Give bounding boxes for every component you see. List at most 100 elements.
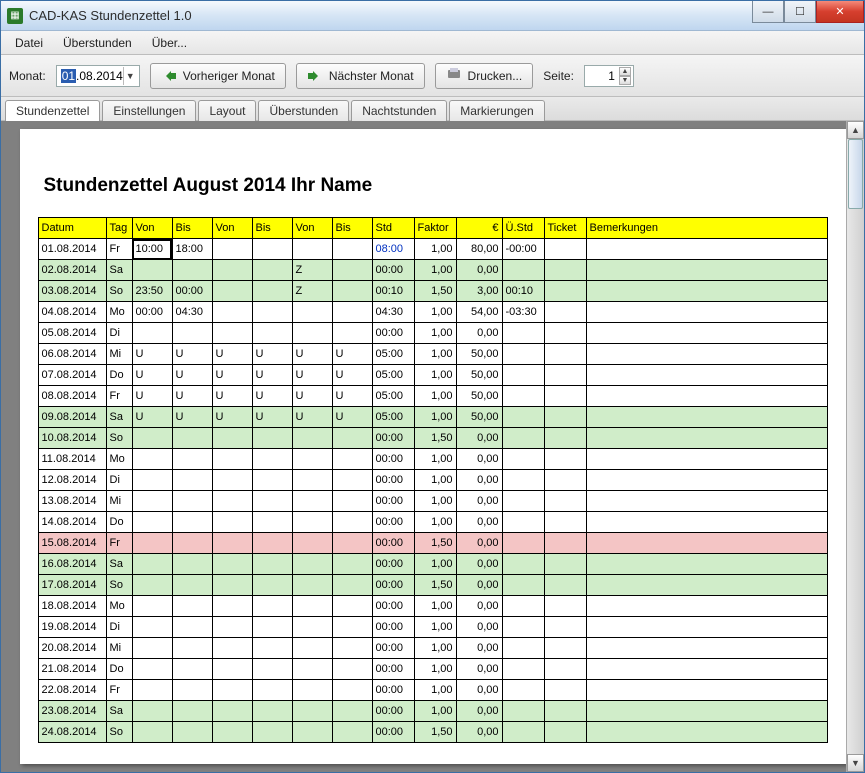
menu-uber[interactable]: Über... — [144, 34, 195, 52]
cell[interactable] — [292, 554, 332, 575]
cell[interactable]: 19.08.2014 — [38, 617, 106, 638]
cell[interactable] — [586, 344, 827, 365]
cell[interactable] — [172, 722, 212, 743]
cell[interactable]: 00:00 — [372, 638, 414, 659]
cell[interactable]: 50,00 — [456, 344, 502, 365]
cell[interactable] — [292, 638, 332, 659]
cell[interactable]: 1,00 — [414, 617, 456, 638]
cell[interactable]: 0,00 — [456, 701, 502, 722]
cell[interactable]: 00:00 — [372, 575, 414, 596]
cell[interactable]: Fr — [106, 533, 132, 554]
cell[interactable] — [332, 428, 372, 449]
cell[interactable] — [212, 575, 252, 596]
cell[interactable]: 1,50 — [414, 428, 456, 449]
cell[interactable]: 00:00 — [372, 596, 414, 617]
cell[interactable] — [132, 470, 172, 491]
cell[interactable] — [502, 407, 544, 428]
cell[interactable]: 1,00 — [414, 596, 456, 617]
cell[interactable]: So — [106, 575, 132, 596]
cell[interactable]: U — [172, 365, 212, 386]
cell[interactable]: U — [132, 344, 172, 365]
cell[interactable] — [586, 512, 827, 533]
table-row[interactable]: 03.08.2014So23:5000:00Z00:101,503,0000:1… — [38, 281, 827, 302]
cell[interactable] — [586, 260, 827, 281]
cell[interactable] — [252, 680, 292, 701]
cell[interactable]: Di — [106, 617, 132, 638]
cell[interactable] — [332, 659, 372, 680]
cell[interactable] — [544, 281, 586, 302]
cell[interactable] — [172, 512, 212, 533]
table-row[interactable]: 15.08.2014Fr00:001,500,00 — [38, 533, 827, 554]
cell[interactable] — [502, 260, 544, 281]
cell[interactable]: 00:00 — [372, 512, 414, 533]
cell[interactable] — [544, 638, 586, 659]
cell[interactable] — [252, 302, 292, 323]
cell[interactable] — [172, 575, 212, 596]
cell[interactable]: 00:10 — [502, 281, 544, 302]
cell[interactable] — [544, 470, 586, 491]
cell[interactable] — [172, 470, 212, 491]
cell[interactable] — [502, 470, 544, 491]
cell[interactable]: 00:00 — [372, 491, 414, 512]
page-value[interactable]: 1 — [608, 69, 617, 83]
cell[interactable]: Z — [292, 260, 332, 281]
cell[interactable]: 11.08.2014 — [38, 449, 106, 470]
cell[interactable] — [252, 638, 292, 659]
cell[interactable] — [252, 722, 292, 743]
cell[interactable] — [172, 428, 212, 449]
cell[interactable] — [132, 596, 172, 617]
cell[interactable]: 00:00 — [172, 281, 212, 302]
cell[interactable]: 80,00 — [456, 239, 502, 260]
cell[interactable] — [502, 575, 544, 596]
close-button[interactable]: ✕ — [816, 1, 864, 23]
cell[interactable] — [332, 281, 372, 302]
cell[interactable] — [212, 659, 252, 680]
cell[interactable] — [292, 722, 332, 743]
cell[interactable] — [132, 533, 172, 554]
cell[interactable] — [132, 575, 172, 596]
table-row[interactable]: 21.08.2014Do00:001,000,00 — [38, 659, 827, 680]
table-row[interactable]: 14.08.2014Do00:001,000,00 — [38, 512, 827, 533]
cell[interactable]: 0,00 — [456, 491, 502, 512]
cell[interactable] — [502, 428, 544, 449]
title-bar[interactable]: ▦ CAD-KAS Stundenzettel 1.0 ― ☐ ✕ — [1, 1, 864, 31]
cell[interactable]: Do — [106, 512, 132, 533]
cell[interactable]: 1,00 — [414, 701, 456, 722]
cell[interactable]: U — [292, 386, 332, 407]
cell[interactable] — [332, 239, 372, 260]
table-row[interactable]: 20.08.2014Mi00:001,000,00 — [38, 638, 827, 659]
table-row[interactable]: 09.08.2014SaUUUUUU05:001,0050,00 — [38, 407, 827, 428]
cell[interactable]: 1,00 — [414, 344, 456, 365]
cell[interactable]: U — [212, 365, 252, 386]
cell[interactable] — [292, 701, 332, 722]
cell[interactable] — [544, 407, 586, 428]
cell[interactable] — [332, 260, 372, 281]
cell[interactable] — [212, 638, 252, 659]
cell[interactable] — [332, 554, 372, 575]
cell[interactable]: U — [252, 365, 292, 386]
tab-layout[interactable]: Layout — [198, 100, 256, 121]
cell[interactable]: Mo — [106, 596, 132, 617]
table-row[interactable]: 02.08.2014SaZ00:001,000,00 — [38, 260, 827, 281]
table-row[interactable]: 10.08.2014So00:001,500,00 — [38, 428, 827, 449]
cell[interactable] — [502, 659, 544, 680]
cell[interactable]: U — [212, 344, 252, 365]
spin-down-icon[interactable]: ▼ — [619, 76, 631, 85]
cell[interactable]: U — [172, 386, 212, 407]
cell[interactable]: 0,00 — [456, 470, 502, 491]
cell[interactable] — [172, 617, 212, 638]
cell[interactable]: U — [292, 407, 332, 428]
cell[interactable]: 09.08.2014 — [38, 407, 106, 428]
cell[interactable] — [332, 680, 372, 701]
cell[interactable]: U — [252, 407, 292, 428]
cell[interactable]: 05.08.2014 — [38, 323, 106, 344]
cell[interactable] — [212, 617, 252, 638]
cell[interactable]: 22.08.2014 — [38, 680, 106, 701]
table-row[interactable]: 17.08.2014So00:001,500,00 — [38, 575, 827, 596]
cell[interactable]: Di — [106, 470, 132, 491]
table-row[interactable]: 01.08.2014Fr10:0018:0008:001,0080,00-00:… — [38, 239, 827, 260]
cell[interactable]: U — [332, 365, 372, 386]
cell[interactable] — [172, 323, 212, 344]
scroll-up-icon[interactable]: ▲ — [847, 121, 864, 139]
cell[interactable]: 00:00 — [372, 659, 414, 680]
